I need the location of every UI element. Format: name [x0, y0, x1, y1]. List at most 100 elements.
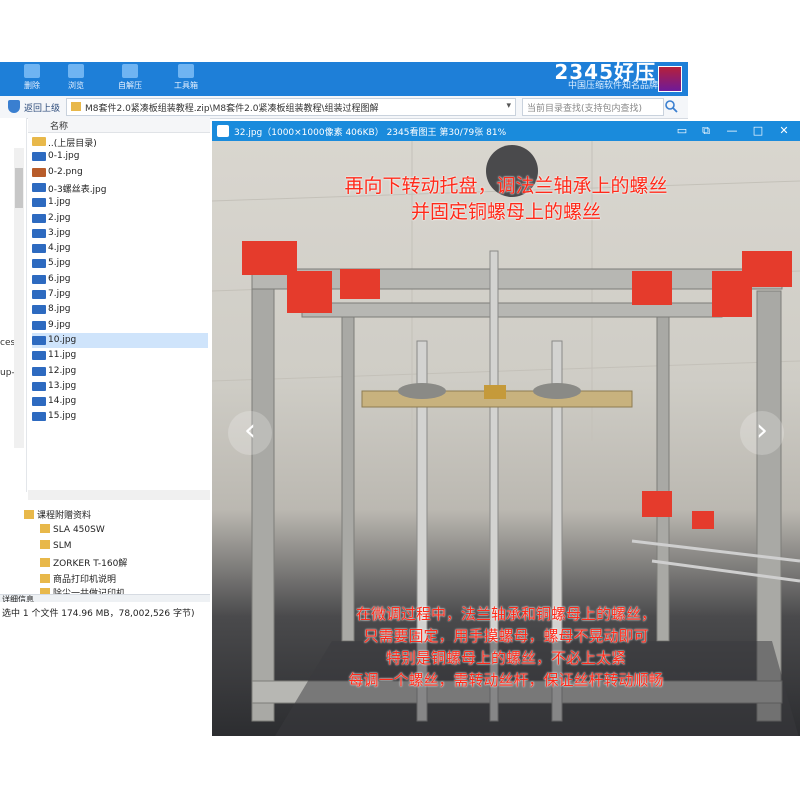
caption-bottom-line-2: 只需要固定，用手摸螺母，螺母不晃动即可	[363, 627, 649, 645]
image-viewer-window: 32.jpg（1000×1000像素 406KB） 2345看图王 第30/79…	[212, 121, 800, 736]
file-name: 0-2.png	[48, 166, 83, 177]
shield-icon	[8, 100, 20, 113]
file-name: 4.jpg	[48, 243, 71, 254]
status-bar: 选中 1 个文件 174.96 MB，78,002,526 字节)	[0, 602, 210, 626]
image-file-icon	[32, 152, 46, 162]
file-row[interactable]: 4.jpg	[32, 241, 208, 256]
self-extract-icon	[122, 64, 138, 78]
file-row[interactable]: 9.jpg	[32, 318, 208, 333]
main-toolbar: 删除 浏览 自解压 工具箱 2345好压 中国压缩软件知名品牌	[0, 60, 688, 96]
file-row[interactable]: 0-1.jpg	[32, 149, 208, 164]
file-name: 1.jpg	[48, 197, 71, 208]
caption-bottom-line-3: 特别是铜螺母上的螺丝，不必上太紧	[385, 649, 626, 667]
file-row[interactable]: 14.jpg	[32, 394, 208, 409]
image-file-icon	[32, 290, 46, 299]
chevron-down-icon[interactable]: ▾	[506, 101, 511, 111]
file-row[interactable]: 0-3螺丝表.jpg	[32, 180, 208, 195]
file-row[interactable]: 6.jpg	[32, 272, 208, 287]
address-bar: 返回上级 M8套件2.0紧凑板组装教程.zip\M8套件2.0紧凑板组装教程\组…	[0, 96, 688, 119]
folder-icon	[32, 137, 46, 146]
image-file-icon	[32, 412, 46, 422]
folder-icon	[40, 524, 50, 533]
path-text: M8套件2.0紧凑板组装教程.zip\M8套件2.0紧凑板组装教程\组装过程图解	[85, 104, 379, 114]
image-file-icon	[32, 351, 46, 361]
toolbox-button[interactable]: 工具箱	[164, 64, 208, 91]
file-row[interactable]: ..(上层目录)	[32, 134, 208, 149]
folder-icon	[24, 510, 34, 519]
scrollbar-thumb[interactable]	[15, 168, 23, 208]
go-up-button[interactable]: 返回上级	[24, 101, 60, 114]
delete-icon	[24, 64, 40, 78]
folder-icon	[40, 574, 50, 583]
file-name: 13.jpg	[48, 380, 77, 391]
tree-item[interactable]: SLM	[40, 540, 72, 554]
file-row[interactable]: 15.jpg	[32, 409, 208, 424]
file-row[interactable]: 12.jpg	[32, 364, 208, 379]
search-icon[interactable]	[664, 99, 678, 113]
image-file-icon	[32, 366, 46, 376]
search-input[interactable]: 当前目录查找(支持包内查找)	[522, 98, 664, 116]
file-name: 8.jpg	[48, 304, 71, 315]
toolbox-icon	[178, 64, 194, 78]
file-row[interactable]: 11.jpg	[32, 348, 208, 363]
self-extract-button[interactable]: 自解压	[108, 64, 152, 91]
file-row[interactable]: 0-2.png	[32, 165, 208, 180]
delete-button[interactable]: 删除	[10, 64, 54, 91]
file-row[interactable]: 13.jpg	[32, 379, 208, 394]
file-row[interactable]: 7.jpg	[32, 287, 208, 302]
file-row[interactable]: 3.jpg	[32, 226, 208, 241]
file-name: 9.jpg	[48, 319, 71, 330]
image-icon	[217, 125, 229, 137]
close-button[interactable]: ✕	[774, 123, 794, 139]
file-name: 0-1.jpg	[48, 151, 80, 162]
image-file-icon	[32, 182, 46, 192]
previous-image-button[interactable]: ‹	[228, 411, 272, 455]
file-name: 12.jpg	[48, 365, 77, 376]
tree-fragment: ces	[0, 338, 16, 348]
folder-icon	[71, 102, 81, 111]
path-field[interactable]: M8套件2.0紧凑板组装教程.zip\M8套件2.0紧凑板组装教程\组装过程图解…	[66, 98, 516, 116]
file-name: 6.jpg	[48, 273, 71, 284]
file-list: 名称 ..(上层目录) 0-1.jpg 0-2.png 0-3螺丝表.jpg 1.jpg…	[28, 118, 210, 492]
photo-canvas: 再向下转动托盘，调法兰轴承上的螺丝 并固定铜螺母上的螺丝 在微调过程中，法兰轴承…	[212, 141, 800, 736]
browse-button[interactable]: 浏览	[54, 64, 98, 91]
file-row[interactable]: 2.jpg	[32, 211, 208, 226]
folder-tree-left: ces up-1	[0, 118, 27, 492]
restore-button[interactable]: ⧉	[696, 123, 716, 139]
tree-item[interactable]: 课程附赠资料	[24, 508, 91, 522]
caption-top-line-2: 并固定铜螺母上的螺丝	[410, 201, 601, 223]
minimize-button[interactable]: —	[722, 123, 742, 139]
file-name: 7.jpg	[48, 289, 71, 299]
horizontal-scrollbar[interactable]	[28, 490, 210, 500]
file-name: 0-3螺丝表.jpg	[48, 184, 107, 195]
file-row[interactable]: 10.jpg	[32, 332, 208, 348]
file-row[interactable]: 1.jpg	[32, 195, 208, 210]
archive-logo-icon	[658, 66, 682, 92]
search-placeholder: 当前目录查找(支持包内查找)	[527, 104, 643, 114]
file-name: 10.jpg	[48, 334, 77, 345]
scrollbar[interactable]	[14, 148, 24, 448]
column-header-name[interactable]: 名称	[28, 118, 210, 133]
maximize-button[interactable]: □	[748, 123, 768, 139]
file-name: 5.jpg	[48, 258, 71, 269]
folder-icon	[40, 558, 50, 567]
file-name: 3.jpg	[48, 227, 71, 238]
image-file-icon	[32, 228, 46, 238]
tree-item[interactable]: SLA 450SW	[40, 524, 105, 538]
image-file-icon	[32, 198, 46, 208]
image-file-icon	[32, 320, 46, 330]
file-name: 14.jpg	[48, 396, 77, 407]
viewer-title-bar[interactable]: 32.jpg（1000×1000像素 406KB） 2345看图王 第30/79…	[212, 121, 800, 141]
next-image-button[interactable]: ›	[740, 411, 784, 455]
tree-item[interactable]: 商品打印机说明	[40, 572, 116, 586]
brand-slogan: 中国压缩软件知名品牌	[567, 81, 658, 91]
caption-bottom-line-4: 每调一个螺丝，需转动丝杆，保证丝杆转动顺畅	[348, 671, 664, 689]
fullscreen-button[interactable]: ▭	[672, 123, 692, 139]
viewer-title: 32.jpg（1000×1000像素 406KB） 2345看图王 第30/79…	[234, 128, 507, 138]
folder-icon	[40, 540, 50, 549]
image-file-icon	[32, 167, 46, 177]
status-text: 选中 1 个文件 174.96 MB，78,002,526 字节)	[2, 609, 195, 619]
file-row[interactable]: 5.jpg	[32, 256, 208, 271]
file-row[interactable]: 8.jpg	[32, 302, 208, 317]
tree-item[interactable]: ZORKER T-160解	[40, 556, 127, 570]
